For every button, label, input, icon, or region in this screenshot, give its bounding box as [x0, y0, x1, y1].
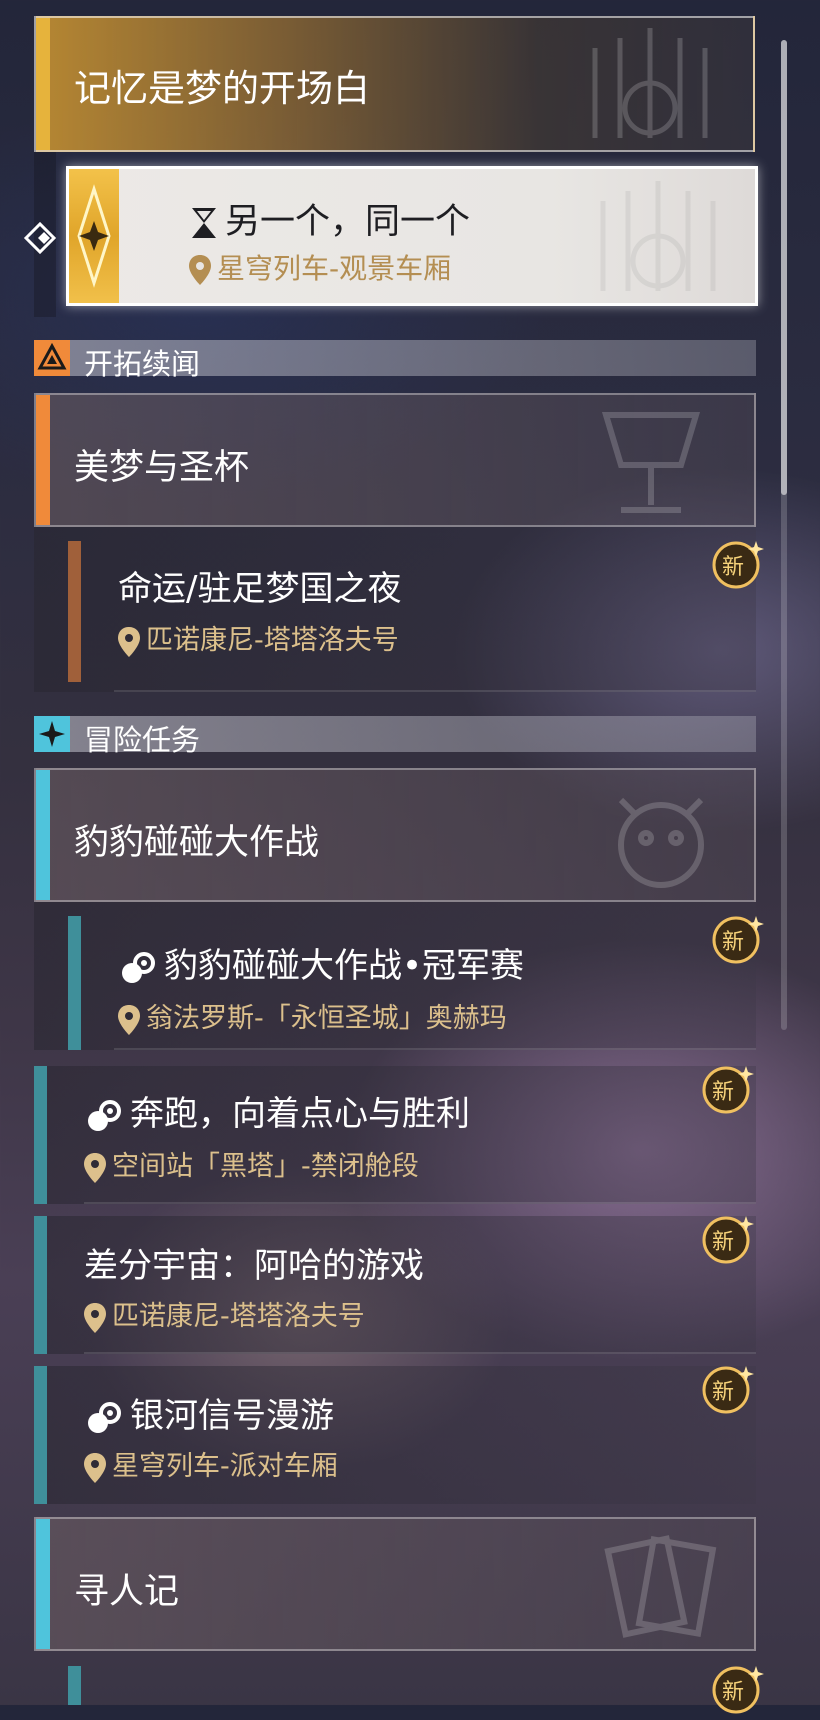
- row-divider: [114, 1048, 756, 1050]
- quest-row[interactable]: 命运/驻足梦国之夜 匹诺康尼-塔塔洛夫号: [34, 527, 756, 692]
- quest-group-finding-people[interactable]: 寻人记: [34, 1517, 756, 1651]
- quest-row[interactable]: 豹豹碰碰大作战•冠军赛 翁法罗斯-「永恒圣城」奥赫玛: [34, 902, 756, 1050]
- group-accent-bar: [36, 770, 50, 900]
- quest-location: 匹诺康尼-塔塔洛夫号: [112, 1301, 365, 1332]
- quest-title-wrap: 豹豹碰碰大作战•冠军赛: [118, 938, 524, 987]
- quest-row[interactable]: 差分宇宙：阿哈的游戏 匹诺康尼-塔塔洛夫号: [34, 1216, 756, 1354]
- new-badge: 新: [710, 537, 764, 591]
- new-badge: 新: [700, 1212, 754, 1266]
- new-badge: 新: [710, 912, 764, 966]
- new-badge-label: 新: [722, 1680, 745, 1705]
- trailblaze-section-icon: [34, 340, 70, 376]
- location-pin-icon: [84, 1452, 106, 1483]
- header-accent-bar: [36, 18, 50, 150]
- mascot-watermark-icon: [618, 797, 704, 888]
- group-title: 寻人记: [74, 1572, 180, 1612]
- ornament-watermark-icon: [600, 181, 716, 291]
- new-badge: 新: [700, 1362, 754, 1416]
- cup-watermark-icon: [601, 412, 701, 513]
- section-adventure[interactable]: 冒险任务: [34, 716, 756, 757]
- quest-row-bar: [34, 1366, 47, 1504]
- quest-location: 翁法罗斯-「永恒圣城」奥赫玛: [146, 1003, 507, 1034]
- row-divider: [114, 690, 756, 692]
- quest-location: 星穹列车-派对车厢: [112, 1451, 338, 1482]
- quest-title: 命运/驻足梦国之夜: [118, 569, 402, 609]
- group-title: 美梦与圣杯: [74, 448, 250, 488]
- star-emblem-icon: [77, 184, 111, 288]
- new-badge: 新: [700, 1062, 754, 1116]
- selected-quest-location-wrap: 星穹列车-观景车厢: [189, 247, 451, 287]
- quest-title: 银河信号漫游: [130, 1396, 334, 1436]
- selected-quest-card[interactable]: 另一个，同一个 星穹列车-观景车厢: [66, 166, 758, 306]
- section-title: 冒险任务: [84, 723, 201, 757]
- new-badge-label: 新: [722, 555, 745, 580]
- quest-location-wrap: 匹诺康尼-塔塔洛夫号: [118, 618, 399, 657]
- quest-row[interactable]: 奔跑，向着点心与胜利 空间站「黑塔」-禁闭舱段: [34, 1066, 756, 1204]
- hourglass-icon: [192, 208, 216, 238]
- quest-title: 差分宇宙：阿哈的游戏: [84, 1246, 424, 1286]
- new-badge-label: 新: [712, 1380, 735, 1405]
- quest-group-leopard-bumper[interactable]: 豹豹碰碰大作战: [34, 768, 756, 902]
- section-trailblaze-continuance[interactable]: 开拓续闻: [34, 340, 756, 381]
- section-title: 开拓续闻: [84, 347, 201, 381]
- quest-row-bar: [68, 541, 81, 682]
- main-quest-header[interactable]: 记忆是梦的开场白: [34, 16, 755, 152]
- quest-row-bar: [68, 1666, 81, 1705]
- main-quest-title: 记忆是梦的开场白: [74, 67, 370, 110]
- quest-row-bar: [34, 1066, 47, 1204]
- quest-row-bar: [34, 1216, 47, 1354]
- location-pin-icon: [84, 1302, 106, 1333]
- ornament-watermark-icon: [592, 28, 708, 138]
- quest-location-wrap: 星穹列车-派对车厢: [84, 1444, 338, 1483]
- bumper-quest-icon: [122, 951, 155, 983]
- location-pin-icon: [118, 626, 140, 657]
- quest-title: 奔跑，向着点心与胜利: [130, 1094, 470, 1134]
- group-accent-bar: [36, 395, 50, 525]
- new-badge-label: 新: [712, 1230, 735, 1255]
- scrollbar-thumb[interactable]: [781, 40, 787, 495]
- group-title: 豹豹碰碰大作战: [74, 823, 320, 863]
- group-accent-bar: [36, 1519, 50, 1649]
- quest-location: 空间站「黑塔」-禁闭舱段: [112, 1151, 419, 1182]
- quest-location-wrap: 匹诺康尼-塔塔洛夫号: [84, 1294, 365, 1333]
- cards-watermark-icon: [604, 1535, 717, 1638]
- new-badge-label: 新: [712, 1080, 735, 1105]
- selected-quest-title: 另一个，同一个: [225, 202, 471, 242]
- bumper-quest-icon: [88, 1099, 121, 1131]
- quest-row[interactable]: 银河信号漫游 星穹列车-派对车厢: [34, 1366, 756, 1504]
- quest-title: 豹豹碰碰大作战•冠军赛: [164, 946, 525, 986]
- row-divider: [84, 1202, 756, 1204]
- quest-location-wrap: 翁法罗斯-「永恒圣城」奥赫玛: [118, 996, 507, 1035]
- location-pin-icon: [189, 255, 211, 285]
- location-pin-icon: [84, 1152, 106, 1183]
- selected-quest-location: 星穹列车-观景车厢: [217, 252, 452, 285]
- quest-location: 匹诺康尼-塔塔洛夫号: [146, 625, 399, 656]
- selected-quest-title-wrap: 另一个，同一个: [189, 193, 470, 244]
- row-divider: [84, 1352, 756, 1354]
- new-badge-label: 新: [722, 930, 745, 955]
- quest-title-wrap: 银河信号漫游: [84, 1388, 334, 1437]
- new-badge: 新: [710, 1662, 764, 1716]
- quest-group-beautiful-dreams[interactable]: 美梦与圣杯: [34, 393, 756, 527]
- quest-title-wrap: 奔跑，向着点心与胜利: [84, 1086, 470, 1135]
- quest-location-wrap: 空间站「黑塔」-禁闭舱段: [84, 1144, 419, 1183]
- selection-pointer-icon: [23, 221, 57, 255]
- bumper-quest-icon: [88, 1401, 121, 1433]
- adventure-section-icon: [34, 716, 70, 752]
- quest-emblem: [69, 169, 119, 303]
- quest-row-bar: [68, 916, 81, 1050]
- location-pin-icon: [118, 1004, 140, 1035]
